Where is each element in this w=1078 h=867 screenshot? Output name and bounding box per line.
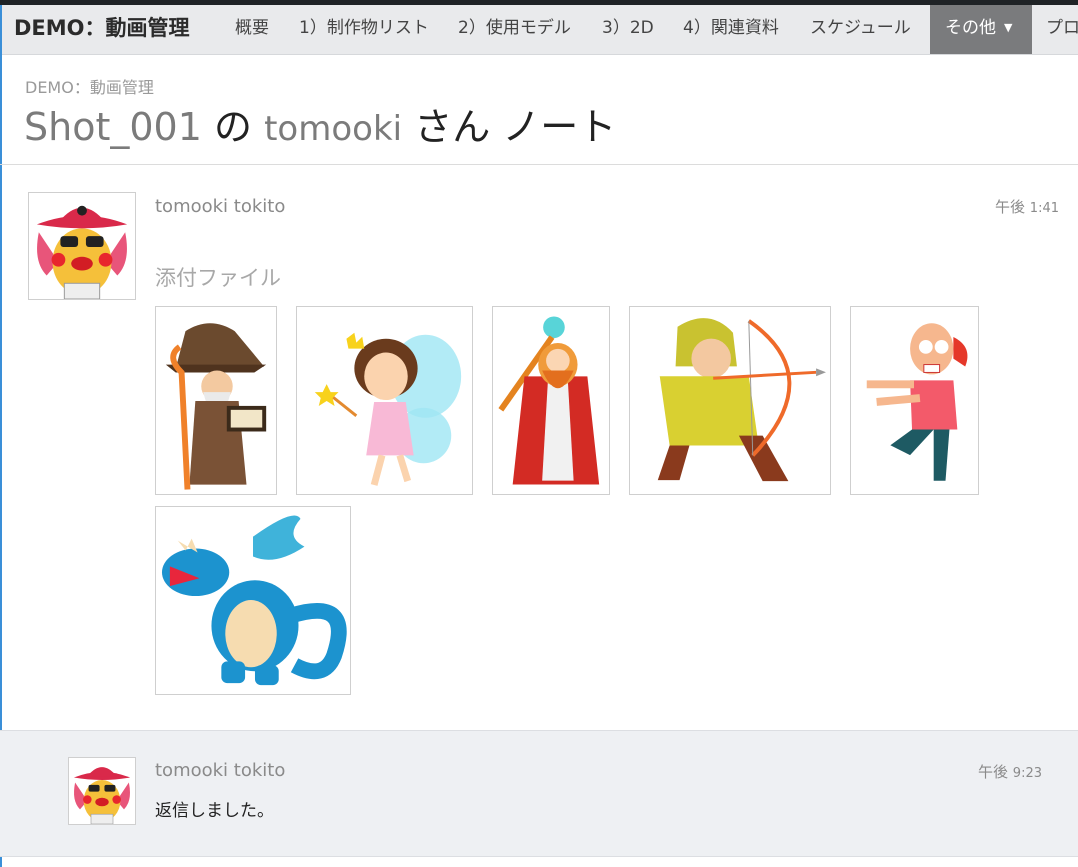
page-title: Shot_001 の tomooki さん ノート <box>24 96 616 151</box>
breadcrumb[interactable]: DEMO：動画管理 <box>25 74 154 98</box>
reply-time: 午後 9:23 <box>978 761 1042 782</box>
reply-time-value: 9:23 <box>1012 766 1042 781</box>
title-shot: Shot_001 <box>24 105 202 149</box>
note-time-prefix: 午後 <box>995 198 1026 216</box>
nav-item-other-dropdown[interactable]: その他 ▼ <box>930 5 1032 54</box>
zombie-image <box>866 323 968 481</box>
brand-title[interactable]: DEMO：動画管理 <box>14 5 190 54</box>
caret-down-icon: ▼ <box>1004 21 1013 34</box>
note-time-value: 1:41 <box>1029 201 1059 216</box>
title-user: tomooki <box>264 109 403 149</box>
attachment-thumb-archer[interactable] <box>629 306 831 495</box>
reply-section <box>0 730 1078 857</box>
nav-item-overflow[interactable]: プロ <box>1046 5 1078 54</box>
divider <box>0 164 1078 165</box>
top-navbar: DEMO：動画管理 概要 1）制作物リスト 2）使用モデル 3）2D 4）関連資… <box>0 5 1078 55</box>
nav-item-deliverables[interactable]: 1）制作物リスト <box>299 5 429 54</box>
reply-author[interactable]: tomooki tokito <box>155 760 285 781</box>
reply-text: 返信しました。 <box>155 801 274 821</box>
nav-item-schedule[interactable]: スケジュール <box>810 5 911 54</box>
wizard-image <box>165 323 267 490</box>
pirate-avatar-icon <box>69 758 135 824</box>
attachment-thumb-sorcerer[interactable] <box>492 306 610 495</box>
fairy-image <box>314 332 462 486</box>
attachment-thumb-zombie[interactable] <box>850 306 979 495</box>
nav-item-other-label: その他 <box>945 18 996 38</box>
reply-avatar[interactable] <box>68 757 136 825</box>
reply-time-prefix: 午後 <box>978 763 1009 781</box>
attachment-thumb-wizard[interactable] <box>155 306 277 495</box>
title-rest: さん ノート <box>414 105 617 149</box>
archer-image <box>657 318 826 482</box>
nav-item-models[interactable]: 2）使用モデル <box>458 5 571 54</box>
avatar[interactable] <box>28 192 136 300</box>
nav-item-materials[interactable]: 4）関連資料 <box>683 5 779 54</box>
attachments-label: 添付ファイル <box>155 266 281 290</box>
pirate-avatar-icon <box>29 193 135 299</box>
attachment-thumb-dragon[interactable] <box>155 506 351 695</box>
title-particle: の <box>213 105 252 149</box>
nav-item-2d[interactable]: 3）2D <box>602 5 654 54</box>
note-time: 午後 1:41 <box>995 196 1059 217</box>
nav-item-overview[interactable]: 概要 <box>235 5 269 54</box>
dragon-image <box>161 515 347 686</box>
sorcerer-image <box>498 316 600 485</box>
note-author[interactable]: tomooki tokito <box>155 196 285 217</box>
attachment-thumb-fairy[interactable] <box>296 306 473 495</box>
